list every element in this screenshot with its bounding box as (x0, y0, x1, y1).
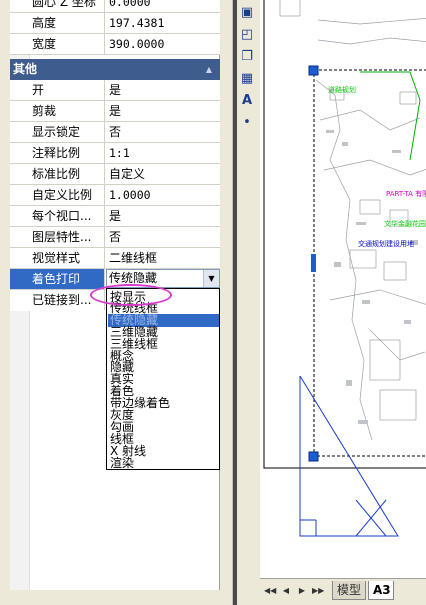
property-name: 显示锁定 (10, 122, 105, 142)
map-label-planning: 交通规划建设用地 (358, 239, 414, 248)
property-value: 0.0000 (109, 0, 151, 9)
viewport-grip-top[interactable] (308, 65, 319, 76)
property-name: 圆心 Z 坐标 (10, 0, 105, 12)
property-row-annotation-scale[interactable]: 注释比例 1:1 (10, 143, 220, 164)
property-name: 着色打印 (10, 269, 105, 289)
property-name: 宽度 (10, 34, 105, 54)
map-label-road: 道路规划 (328, 85, 356, 94)
property-value: 390.0000 (109, 37, 165, 51)
last-tab-icon[interactable]: ▶▶ (312, 584, 324, 598)
text-icon[interactable]: A (238, 92, 256, 110)
property-name: 开 (10, 80, 105, 100)
property-name: 剪裁 (10, 101, 105, 121)
property-name: 标准比例 (10, 164, 105, 184)
property-row-on[interactable]: 开 是 (10, 80, 220, 101)
tab-model[interactable]: 模型 (332, 581, 366, 600)
property-name: 高度 (10, 13, 105, 33)
property-value: 是 (109, 104, 122, 118)
property-row-width[interactable]: 宽度 390.0000 (10, 34, 220, 55)
viewport-border[interactable] (313, 69, 426, 457)
property-value: 自定义 (109, 167, 146, 181)
property-name: 自定义比例 (10, 185, 105, 205)
property-row-ucs-per-viewport[interactable]: 每个视口... 是 (10, 206, 220, 227)
property-row-custom-scale[interactable]: 自定义比例 1.0000 (10, 185, 220, 206)
property-name: 每个视口... (10, 206, 105, 226)
select-objects-icon[interactable]: ▣ (238, 4, 256, 22)
next-tab-icon[interactable]: ▶ (296, 584, 308, 598)
first-tab-icon[interactable]: ◀◀ (264, 584, 276, 598)
property-name: 图层特性... (10, 227, 105, 247)
previous-tab-icon[interactable]: ◀ (280, 584, 292, 598)
drawing-canvas[interactable]: 道路规划 PART-TA 有限公司 文华金融花园 交通规划建设用地 (260, 0, 426, 578)
drawing-svg: 道路规划 PART-TA 有限公司 文华金融花园 交通规划建设用地 (263, 0, 426, 537)
annotation-ellipse (90, 284, 172, 306)
map-label-company: PART-TA 有限公司 (386, 189, 426, 198)
clip-icon[interactable]: ◰ (238, 26, 256, 44)
property-name: 视觉样式 (10, 248, 105, 268)
property-value: 否 (109, 230, 122, 244)
map-label-garden: 文华金融花园 (384, 219, 426, 228)
chevron-down-icon[interactable]: ▼ (203, 270, 219, 287)
property-value: 197.4381 (109, 16, 165, 30)
property-row-standard-scale[interactable]: 标准比例 自定义 (10, 164, 220, 185)
property-value: 是 (109, 209, 122, 223)
option-rendered[interactable]: 渲染 (108, 457, 219, 470)
viewport-grip-bottom[interactable] (308, 451, 319, 462)
property-row-visual-style[interactable]: 视觉样式 二维线框 (10, 248, 220, 269)
property-row-layer-overrides[interactable]: 图层特性... 否 (10, 227, 220, 248)
property-value: 否 (109, 125, 122, 139)
tab-a3[interactable]: A3 (368, 581, 394, 600)
viewport-grip-side[interactable] (311, 254, 316, 272)
property-value: 是 (109, 83, 122, 97)
property-value: 1.0000 (109, 188, 151, 202)
section-header-other[interactable]: 其他 ▲ (10, 59, 220, 80)
table-icon[interactable]: ▦ (238, 70, 256, 88)
property-row-center-z[interactable]: 圆心 Z 坐标 0.0000 (10, 0, 220, 13)
copy-icon[interactable]: ❐ (238, 48, 256, 66)
section-title: 其他 (13, 62, 38, 76)
layout-tabs-bar: ◀◀ ◀ ▶ ▶▶ 模型 A3 (260, 578, 426, 605)
property-name: 注释比例 (10, 143, 105, 163)
property-row-height[interactable]: 高度 197.4381 (10, 13, 220, 34)
node-icon[interactable]: • (238, 114, 256, 132)
properties-panel: 圆心 Z 坐标 0.0000 高度 197.4381 宽度 390.0000 其… (0, 0, 232, 605)
property-row-clip[interactable]: 剪裁 是 (10, 101, 220, 122)
collapse-icon[interactable]: ▲ (206, 59, 212, 80)
property-value: 1:1 (109, 146, 130, 160)
properties-toolbar: ▣ ◰ ❐ ▦ A • (236, 0, 258, 140)
property-value: 二维线框 (109, 251, 158, 265)
shade-plot-options-list[interactable]: 按显示 传统线框 传统隐藏 三维隐藏 三维线框 概念 隐藏 真实 着色 带边缘着… (106, 288, 220, 470)
property-row-display-locked[interactable]: 显示锁定 否 (10, 122, 220, 143)
